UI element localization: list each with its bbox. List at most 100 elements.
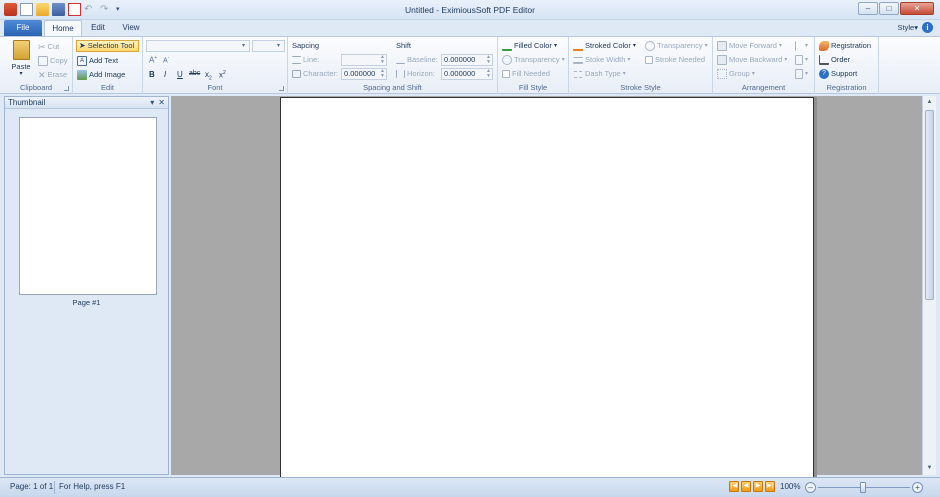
chevron-down-icon: ▾ xyxy=(622,71,626,77)
character-spacing-field[interactable]: 0.000000 ▲ ▼ xyxy=(341,68,387,80)
checkbox-icon xyxy=(502,70,510,78)
chevron-down-icon: ▾ xyxy=(553,43,557,49)
baseline-field[interactable]: 0.000000 ▲ ▼ xyxy=(441,54,493,66)
tab-edit[interactable]: Edit xyxy=(84,20,112,36)
ribbon-tab-row: File Home Edit View Style▾ i xyxy=(0,20,940,36)
fill-needed-checkbox[interactable]: Fill Needed xyxy=(502,68,550,80)
horizon-label: Horizon: xyxy=(396,68,435,80)
paste-button[interactable]: Paste ▾ xyxy=(8,40,34,80)
move-backward-button[interactable]: Move Backward ▾ xyxy=(717,54,787,66)
superscript-icon[interactable]: x2 xyxy=(219,70,226,80)
move-forward-button[interactable]: Move Forward ▾ xyxy=(717,40,782,52)
spin-arrows-icon[interactable]: ▲ ▼ xyxy=(486,69,491,79)
panel-menu-icon[interactable]: ▾ xyxy=(150,97,154,109)
zoom-level: 100% xyxy=(780,482,801,491)
align-icon xyxy=(795,41,803,51)
scroll-down-icon[interactable]: ▼ xyxy=(924,463,935,474)
strikethrough-icon[interactable]: abc xyxy=(189,70,200,77)
italic-icon[interactable]: I xyxy=(164,70,166,79)
copy-button[interactable]: Copy xyxy=(38,55,68,67)
vertical-scrollbar[interactable]: ▲ ▼ xyxy=(922,96,936,475)
shrink-font-icon[interactable]: A- xyxy=(163,55,169,64)
add-image-button[interactable]: Add Image xyxy=(77,69,125,81)
help-icon[interactable]: i xyxy=(922,22,933,33)
font-name-combo[interactable]: ▾ xyxy=(146,40,250,52)
first-page-icon[interactable]: |◀ xyxy=(729,481,739,492)
stroked-color-button[interactable]: Stroked Color ▾ xyxy=(573,40,636,52)
stroke-needed-checkbox[interactable]: Stroke Needed xyxy=(645,54,705,66)
fill-transparency-button[interactable]: Transparency ▾ xyxy=(502,54,565,66)
spin-arrows-icon[interactable]: ▲ ▼ xyxy=(486,55,491,65)
scrollbar-thumb[interactable] xyxy=(925,110,934,300)
close-icon[interactable]: ✕ xyxy=(158,97,165,109)
zoom-out-icon[interactable]: – xyxy=(805,482,816,493)
chevron-down-icon: ▾ xyxy=(805,57,809,63)
stroke-width-button[interactable]: Stoke Width ▾ xyxy=(573,54,630,66)
zoom-slider-thumb[interactable] xyxy=(860,482,866,493)
spin-arrows-icon[interactable]: ▲ ▼ xyxy=(380,69,385,79)
bold-icon[interactable]: B xyxy=(149,70,155,79)
align-button[interactable]: ▾ xyxy=(795,40,808,52)
group-objects-icon xyxy=(717,69,727,79)
add-text-button[interactable]: A Add Text xyxy=(77,55,118,67)
erase-button[interactable]: ✕ Erase xyxy=(38,69,67,81)
font-group-label: Font xyxy=(207,83,223,92)
group-button[interactable]: Group ▾ xyxy=(717,68,755,80)
grow-font-icon[interactable]: A+ xyxy=(149,55,157,65)
flip-button[interactable]: ▾ xyxy=(795,68,808,80)
chevron-down-icon: ▾ xyxy=(561,57,565,63)
zoom-in-icon[interactable]: + xyxy=(912,482,923,493)
line-spacing-field[interactable]: ▲ ▼ xyxy=(341,54,387,66)
scroll-up-icon[interactable]: ▲ xyxy=(924,97,935,108)
next-page-icon[interactable]: ▶ xyxy=(753,481,763,492)
chevron-down-icon: ▾ xyxy=(805,71,809,77)
rotate-button[interactable]: ▾ xyxy=(795,54,808,66)
help-status: For Help, press F1 xyxy=(59,482,126,491)
baseline-label: Baseline: xyxy=(396,54,438,66)
order-button[interactable]: Order xyxy=(819,54,850,66)
dialog-launcher-icon[interactable] xyxy=(279,86,284,91)
subscript-icon[interactable]: x2 xyxy=(205,70,212,82)
font-size-combo[interactable]: ▾ xyxy=(252,40,285,52)
sapcing-title: Sapcing xyxy=(292,41,320,50)
tab-home[interactable]: Home xyxy=(44,20,82,36)
filled-color-button[interactable]: Filled Color ▾ xyxy=(502,40,557,52)
character-spacing-icon xyxy=(292,70,301,78)
title-bar: ↶ ↷ ▾ Untitled - EximiousSoft PDF Editor… xyxy=(0,0,940,20)
transparency-icon xyxy=(645,41,655,51)
page-thumbnail[interactable] xyxy=(19,117,157,295)
ribbon: Paste ▾ ✂ Cut Copy ✕ Erase Clipboard ➤ Sele… xyxy=(0,36,940,94)
support-button[interactable]: ? Support xyxy=(819,68,857,80)
dash-type-button[interactable]: Dash Type ▾ xyxy=(573,68,626,80)
chevron-down-icon: ▾ xyxy=(778,43,782,49)
tab-view[interactable]: View xyxy=(116,20,146,36)
chevron-down-icon: ▾ xyxy=(784,57,788,63)
registration-button[interactable]: Registration xyxy=(819,40,871,52)
minimize-button[interactable]: – xyxy=(858,2,878,15)
checkbox-icon xyxy=(645,56,653,64)
spacing-shift-group: Sapcing Line: ▲ ▼ Character: 0.000000 ▲ ▼ S… xyxy=(288,37,498,94)
underline-icon[interactable]: U xyxy=(177,70,183,79)
close-button[interactable]: ✕ xyxy=(900,2,934,15)
clipboard-group-label: Clipboard xyxy=(19,83,53,92)
selection-tool-button[interactable]: ➤ Selection Tool xyxy=(76,40,140,52)
previous-page-icon[interactable]: ◀ xyxy=(741,481,751,492)
last-page-icon[interactable]: ▶| xyxy=(765,481,775,492)
thumbnail-page-label: Page #1 xyxy=(72,298,101,307)
stroke-transparency-button[interactable]: Transparency ▾ xyxy=(645,40,708,52)
baseline-icon xyxy=(396,56,405,64)
page-count-status: Page: 1 of 1 xyxy=(10,482,54,491)
clipboard-group: Paste ▾ ✂ Cut Copy ✕ Erase Clipboard xyxy=(0,37,73,94)
chevron-down-icon: ▾ xyxy=(276,43,280,49)
horizon-field[interactable]: 0.000000 ▲ ▼ xyxy=(441,68,493,80)
style-menu[interactable]: Style▾ xyxy=(898,23,918,32)
maximize-button[interactable]: □ xyxy=(879,2,899,15)
pen-icon xyxy=(573,41,583,51)
spin-arrows-icon[interactable]: ▲ ▼ xyxy=(380,55,385,65)
cursor-icon: ➤ xyxy=(79,41,86,50)
document-workspace xyxy=(171,96,922,477)
tab-file[interactable]: File xyxy=(4,20,42,36)
dialog-launcher-icon[interactable] xyxy=(64,86,69,91)
cut-button[interactable]: ✂ Cut xyxy=(38,41,59,53)
pdf-page-canvas[interactable] xyxy=(280,97,814,477)
